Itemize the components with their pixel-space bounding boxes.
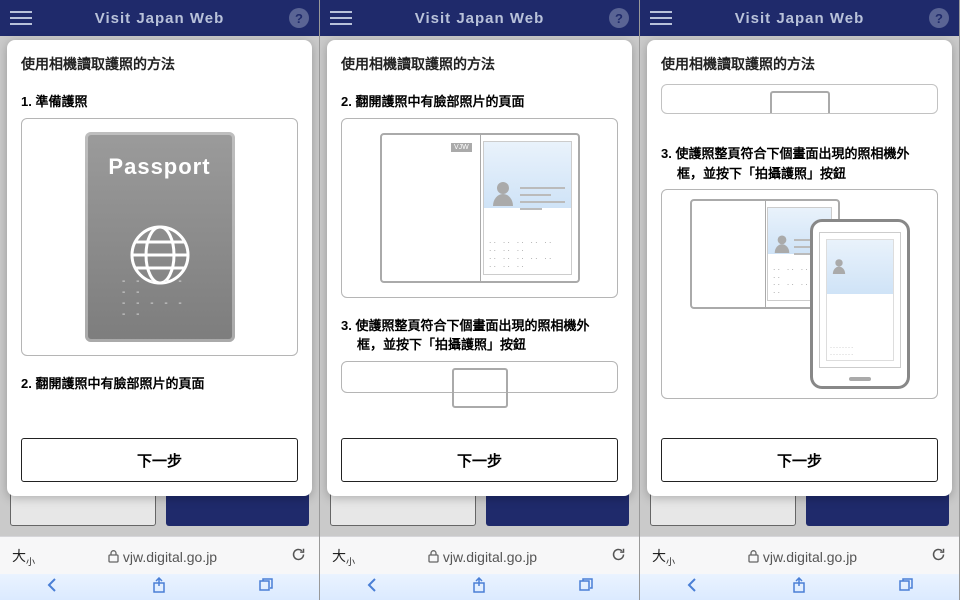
next-button[interactable]: 下一步 (661, 438, 938, 482)
help-icon[interactable]: ? (289, 8, 309, 28)
help-icon[interactable]: ? (929, 8, 949, 28)
app-title: Visit Japan Web (0, 10, 319, 27)
help-icon[interactable]: ? (609, 8, 629, 28)
browser-address-bar[interactable]: 大小 vjw.digital.go.jp (320, 536, 639, 576)
step-1-label: 1. 準備護照 (21, 92, 298, 112)
browser-address-bar[interactable]: 大小 vjw.digital.go.jp (640, 536, 959, 576)
passport-phone-icon: .. .. .. .. .... .. .. .. .. ...........… (690, 199, 910, 389)
back-icon[interactable] (45, 577, 61, 598)
app-header: Visit Japan Web ? (640, 0, 959, 36)
tabs-icon[interactable] (258, 577, 274, 598)
app-title: Visit Japan Web (320, 10, 639, 27)
lock-icon (428, 550, 439, 563)
reload-icon[interactable] (290, 546, 307, 568)
step-3-illustration-peek (341, 361, 618, 393)
lock-icon (748, 550, 759, 563)
reload-icon[interactable] (610, 546, 627, 568)
passport-word: Passport (85, 154, 235, 180)
lock-icon (108, 550, 119, 563)
step-3-illustration: .. .. .. .. .... .. .. .. .. ...........… (661, 189, 938, 399)
step-2-label: 2. 翻開護照中有臉部照片的頁面 (341, 92, 618, 112)
text-size-control[interactable]: 大小 (652, 546, 675, 568)
passport-closed-icon: Passport - - - - - - -- - - - - - - (85, 132, 235, 342)
card-title: 使用相機讀取護照的方法 (647, 40, 952, 84)
app-header: Visit Japan Web ? (0, 0, 319, 36)
url-display[interactable]: vjw.digital.go.jp (45, 549, 280, 565)
share-icon[interactable] (471, 577, 487, 598)
browser-toolbar (320, 574, 639, 600)
step-1-illustration: Passport - - - - - - -- - - - - - - (21, 118, 298, 356)
url-display[interactable]: vjw.digital.go.jp (685, 549, 920, 565)
browser-address-bar[interactable]: 大小 vjw.digital.go.jp (0, 536, 319, 576)
app-header: Visit Japan Web ? (320, 0, 639, 36)
share-icon[interactable] (791, 577, 807, 598)
step-3-label: 3. 使護照整頁符合下個畫面出現的照相機外框，並按下「拍攝護照」按鈕 (661, 144, 938, 183)
card-title: 使用相機讀取護照的方法 (7, 40, 312, 84)
step-2-illustration: VJW .. .. .. .. .. .. .. .... .. .. .. .… (341, 118, 618, 298)
step-3-label: 3. 使護照整頁符合下個畫面出現的照相機外框，並按下「拍攝護照」按鈕 (341, 316, 618, 355)
reload-icon[interactable] (930, 546, 947, 568)
text-size-control[interactable]: 大小 (12, 546, 35, 568)
share-icon[interactable] (151, 577, 167, 598)
hamburger-menu-icon[interactable] (10, 7, 32, 29)
hamburger-menu-icon[interactable] (650, 7, 672, 29)
text-size-control[interactable]: 大小 (332, 546, 355, 568)
back-icon[interactable] (685, 577, 701, 598)
url-display[interactable]: vjw.digital.go.jp (365, 549, 600, 565)
step-2-label-preview: 2. 翻開護照中有臉部照片的頁面 (21, 374, 298, 394)
instruction-card: 使用相機讀取護照的方法 1. 準備護照 Passport - - - - - -… (7, 40, 312, 496)
back-icon[interactable] (365, 577, 381, 598)
next-button[interactable]: 下一步 (21, 438, 298, 482)
app-title: Visit Japan Web (640, 10, 959, 27)
browser-toolbar (0, 574, 319, 600)
tabs-icon[interactable] (578, 577, 594, 598)
passport-open-icon: VJW .. .. .. .. .. .. .. .... .. .. .. .… (380, 133, 580, 283)
next-button[interactable]: 下一步 (341, 438, 618, 482)
browser-toolbar (640, 574, 959, 600)
instruction-card: 使用相機讀取護照的方法 3. 使護照整頁符合下個畫面出現的照相機外框，並按下「拍… (647, 40, 952, 496)
step-2-illustration-peek (661, 84, 938, 114)
instruction-card: 使用相機讀取護照的方法 2. 翻開護照中有臉部照片的頁面 VJW .. .. .… (327, 40, 632, 496)
card-title: 使用相機讀取護照的方法 (327, 40, 632, 84)
hamburger-menu-icon[interactable] (330, 7, 352, 29)
tabs-icon[interactable] (898, 577, 914, 598)
